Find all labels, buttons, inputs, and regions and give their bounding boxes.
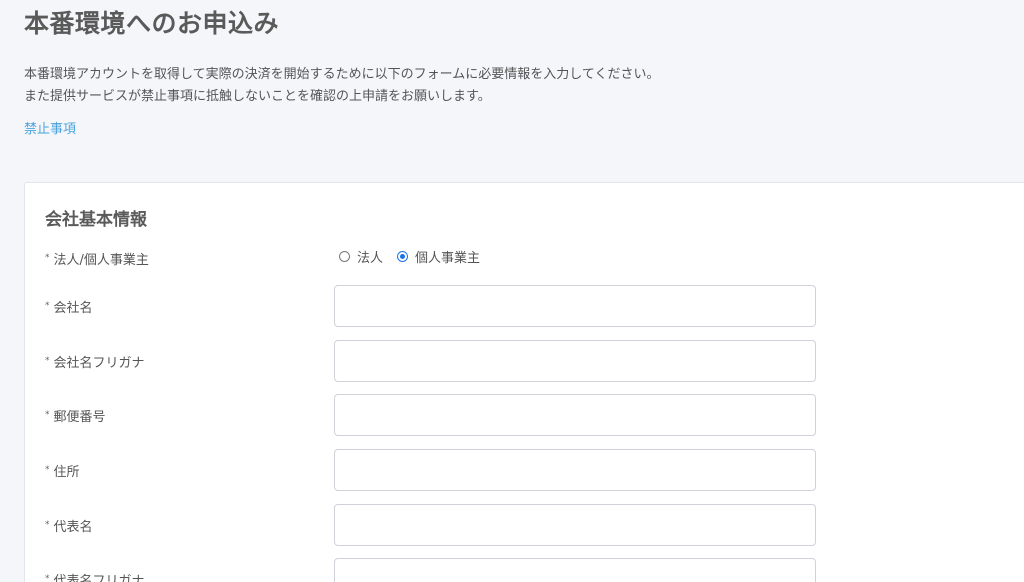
- radio-option-corporation[interactable]: 法人: [339, 247, 383, 266]
- application-page: 本番環境へのお申込み 本番環境アカウントを取得して実際の決済を開始するために以下…: [0, 0, 1024, 582]
- representative-name-kana-input[interactable]: [334, 558, 816, 582]
- company-info-card: 会社基本情報 * 法人/個人事業主 法人 個人事業主 * 会社名 * 会社名フリガナ: [24, 182, 1024, 582]
- company-name-kana-label: * 会社名フリガナ: [45, 356, 145, 371]
- section-title: 会社基本情報: [45, 210, 147, 230]
- entity-type-label: * 法人/個人事業主: [45, 253, 149, 268]
- radio-corporation[interactable]: [339, 251, 350, 262]
- address-input[interactable]: [334, 449, 816, 491]
- representative-name-label: * 代表名: [45, 520, 93, 535]
- intro-line-2: また提供サービスが禁止事項に抵触しないことを確認の上申請をお願いします。: [24, 89, 491, 104]
- company-name-kana-input[interactable]: [334, 340, 816, 382]
- prohibited-items-link[interactable]: 禁止事項: [24, 118, 76, 137]
- radio-option-sole-proprietor[interactable]: 個人事業主: [397, 247, 480, 266]
- representative-name-input[interactable]: [334, 504, 816, 546]
- company-name-label: * 会社名: [45, 301, 93, 316]
- required-mark: *: [45, 253, 50, 263]
- postal-code-label: * 郵便番号: [45, 410, 106, 425]
- radio-corporation-label: 法人: [357, 251, 384, 266]
- page-title: 本番環境へのお申込み: [24, 9, 280, 38]
- radio-sole-proprietor[interactable]: [397, 251, 409, 262]
- intro-text: 本番環境アカウントを取得して実際の決済を開始するために以下のフォームに必要情報を…: [24, 64, 659, 108]
- intro-line-1: 本番環境アカウントを取得して実際の決済を開始するために以下のフォームに必要情報を…: [24, 67, 660, 82]
- address-label: * 住所: [45, 465, 80, 480]
- radio-sole-proprietor-label: 個人事業主: [415, 251, 481, 266]
- postal-code-input[interactable]: [334, 394, 816, 436]
- representative-name-kana-label: * 代表名フリガナ: [45, 574, 145, 582]
- company-name-input[interactable]: [334, 285, 816, 327]
- entity-type-radio-group: 法人 個人事業主: [339, 247, 494, 266]
